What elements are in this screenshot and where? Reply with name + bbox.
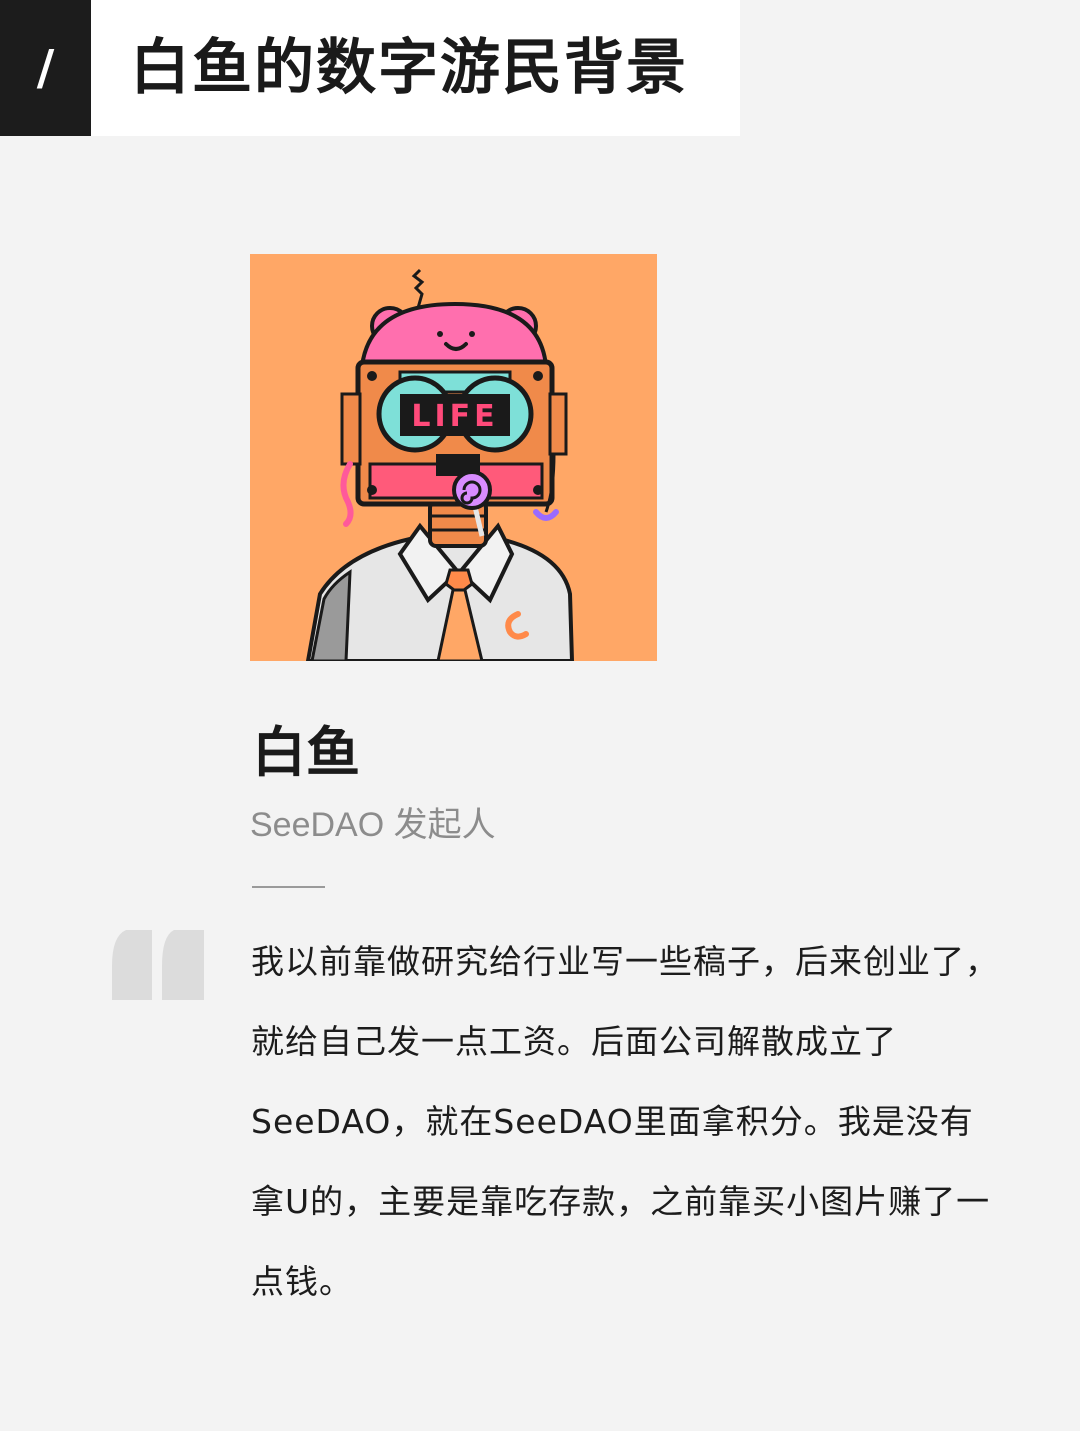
divider — [252, 886, 325, 888]
page-title: 白鱼的数字游民背景 — [130, 33, 688, 103]
avatar: LIFE — [250, 254, 657, 661]
quote-mark-icon — [112, 930, 204, 1000]
quote-text: 我以前靠做研究给行业写一些稿子，后来创业了，就给自己发一点工资。后面公司解散成立… — [251, 942, 999, 1301]
person-name: 白鱼 — [252, 721, 360, 784]
robot-avatar-illustration: LIFE — [250, 254, 657, 661]
slash-mark: / — [0, 0, 91, 136]
header-bar: / 白鱼的数字游民背景 — [0, 0, 740, 136]
svg-text:LIFE: LIFE — [411, 399, 498, 434]
person-role: SeeDAO 发起人 — [250, 806, 496, 844]
